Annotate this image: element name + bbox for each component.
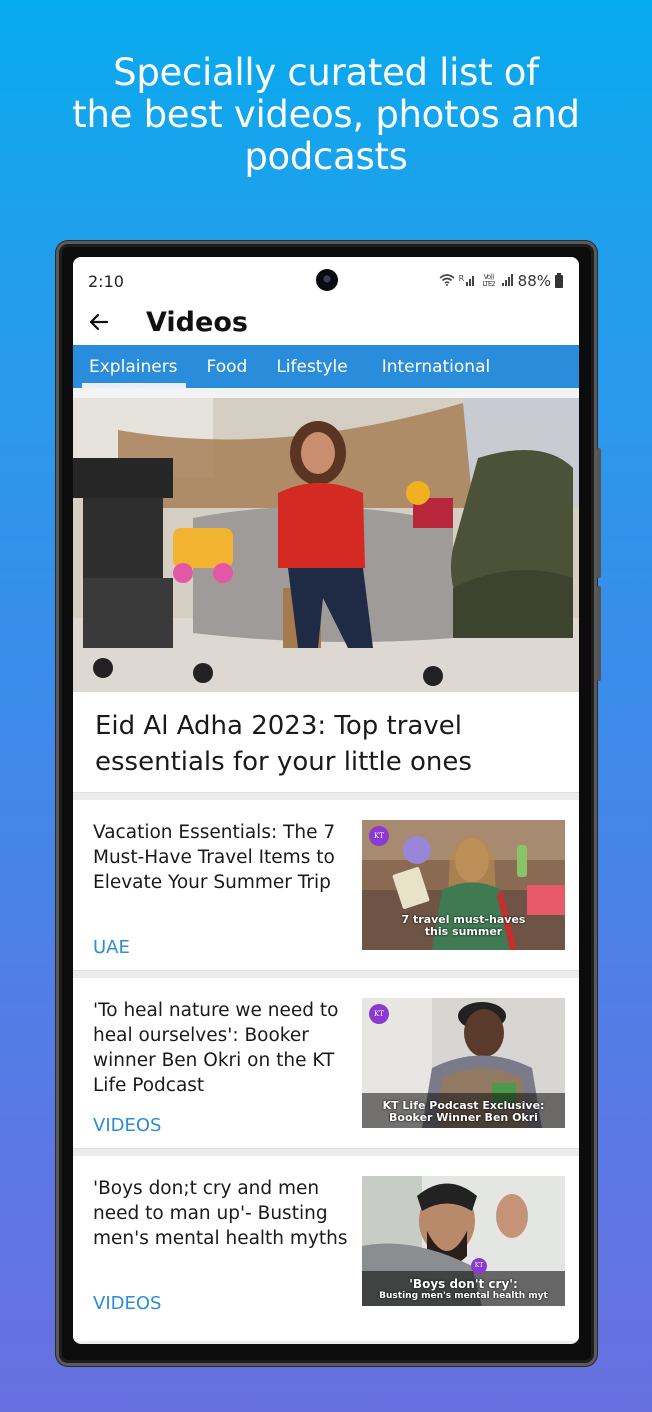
divider [73,970,579,978]
article-item[interactable]: 'Boys don;t cry and men need to man up'-… [73,1156,579,1341]
article-item[interactable]: Vacation Essentials: The 7 Must-Have Tra… [73,800,579,970]
hero-title[interactable]: Eid Al Adha 2023: Top travel essentials … [73,692,579,792]
divider [73,1148,579,1156]
battery-icon [555,272,563,288]
article-headline[interactable]: 'Boys don;t cry and men need to man up'-… [93,1176,361,1251]
volume-button [597,448,601,578]
promo-headline: Specially curated list of the best video… [0,52,652,178]
arrow-left-icon [89,313,109,331]
status-time: 2:10 [88,272,124,291]
article-thumbnail[interactable]: KT 7 travel must-haves this summer [362,820,565,950]
battery-percent: 88% [517,272,551,290]
hero-image[interactable] [73,398,579,692]
divider [73,792,579,800]
category-tabs: Explainers Food Lifestyle International [73,345,579,388]
tab-international[interactable]: International [382,345,491,377]
caption-line: 'Boys don't cry': [409,1277,518,1291]
promo-line: podcasts [244,135,408,178]
app-bar: Videos [73,307,579,345]
tab-food[interactable]: Food [207,345,248,377]
article-category[interactable]: VIDEOS [93,1293,161,1314]
promo-line: the best videos, photos and [72,93,580,136]
kt-logo-badge: KT [471,1258,487,1274]
article-headline[interactable]: 'To heal nature we need to heal ourselve… [93,998,361,1098]
signal-r-icon: R [459,274,476,289]
tab-explainers[interactable]: Explainers [82,345,186,388]
wifi-icon [439,272,455,290]
back-button[interactable] [87,307,111,341]
kt-logo-badge: KT [369,826,389,846]
power-button [597,586,601,681]
article-category[interactable]: UAE [93,937,130,958]
phone-screen: 2:10 R Vo)) LTE2 88% Videos Explainers F… [73,257,579,1344]
thumbnail-caption: 7 travel must-haves this summer [362,914,565,938]
article-thumbnail[interactable]: KT KT Life Podcast Exclusive: Booker Win… [362,998,565,1128]
article-category[interactable]: VIDEOS [93,1115,161,1136]
tab-lifestyle[interactable]: Lifestyle [276,345,347,377]
article-item[interactable]: 'To heal nature we need to heal ourselve… [73,978,579,1148]
article-thumbnail[interactable]: KT 'Boys don't cry': Busting men's menta… [362,1176,565,1306]
thumbnail-caption: 'Boys don't cry': Busting men's mental h… [362,1278,565,1302]
caption-line: Booker Winner Ben Okri [389,1111,538,1124]
caption-line: this summer [424,925,503,938]
page-title: Videos [146,307,248,338]
roaming-label: R [458,273,464,283]
kt-logo-badge: KT [369,1004,389,1024]
signal-icon [501,272,514,290]
thumbnail-caption: KT Life Podcast Exclusive: Booker Winner… [362,1100,565,1124]
article-headline[interactable]: Vacation Essentials: The 7 Must-Have Tra… [93,820,361,895]
volte-lte2-icon: Vo)) LTE2 [482,273,496,288]
caption-line: Busting men's mental health myt [379,1291,548,1301]
front-camera [316,269,338,291]
status-bar: 2:10 R Vo)) LTE2 88% [73,257,579,307]
status-icons: R Vo)) LTE2 88% [439,272,563,290]
tab-underline-strip [73,388,579,398]
promo-line: Specially curated list of [113,51,539,94]
